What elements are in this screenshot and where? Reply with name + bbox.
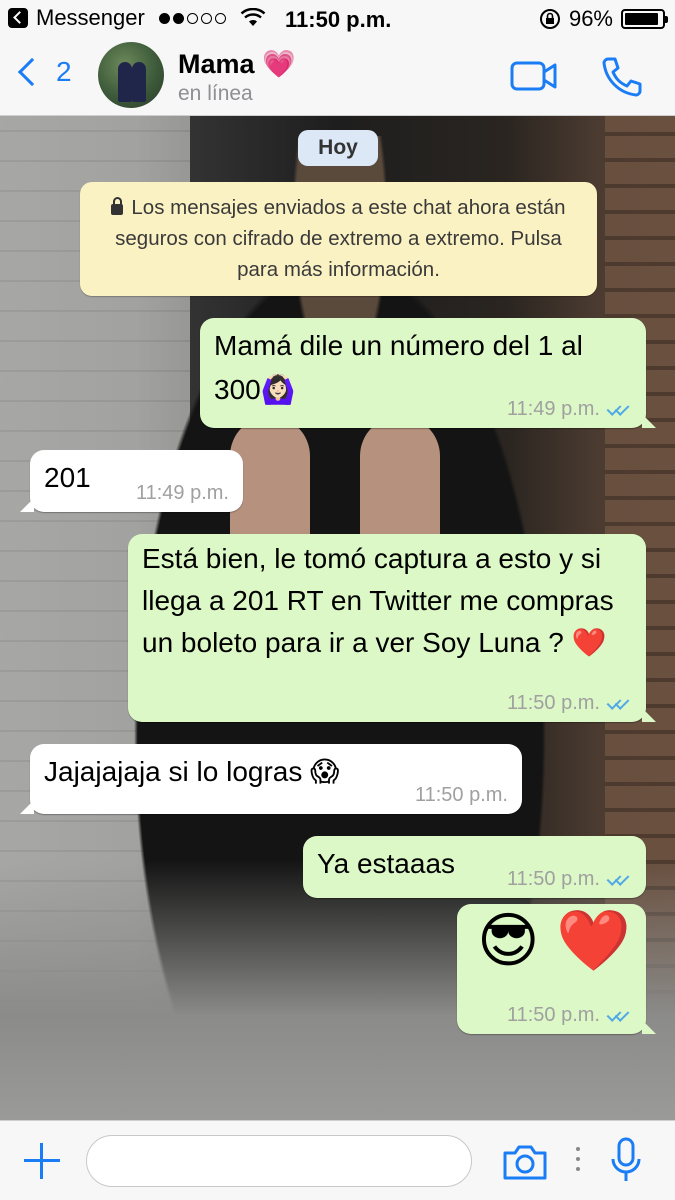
date-chip: Hoy bbox=[298, 130, 378, 166]
read-ticks-icon bbox=[606, 402, 632, 416]
read-ticks-icon bbox=[606, 872, 632, 886]
message-bubble-outgoing[interactable]: Mamá dile un número del 1 al 300🙆🏻‍♀️ 11… bbox=[200, 318, 656, 428]
back-chevron-icon bbox=[17, 57, 47, 87]
chat-header: 2 Mama 💗 en línea bbox=[0, 36, 675, 116]
message-input[interactable] bbox=[86, 1135, 472, 1187]
read-ticks-icon bbox=[606, 696, 632, 710]
message-time: 11:49 p.m. bbox=[135, 482, 229, 504]
message-bubble-incoming[interactable]: Jajajajaja si lo logras 😱 11:50 p.m. bbox=[20, 744, 522, 814]
message-time: 11:50 p.m. bbox=[506, 692, 600, 714]
message-bubble-outgoing[interactable]: 😎 ❤️ 11:50 p.m. bbox=[457, 904, 656, 1034]
back-app-label[interactable]: Messenger bbox=[36, 5, 145, 31]
back-count: 2 bbox=[56, 56, 72, 87]
message-time: 11:50 p.m. bbox=[414, 784, 508, 806]
message-time: 11:50 p.m. bbox=[506, 1004, 600, 1026]
avatar[interactable] bbox=[98, 42, 164, 108]
message-time: 11:49 p.m. bbox=[506, 398, 600, 420]
battery-percent: 96% bbox=[568, 6, 613, 31]
contact-name[interactable]: Mama 💗 bbox=[178, 48, 296, 80]
encryption-notice[interactable]: Los mensajes enviados a este chat ahora … bbox=[80, 182, 597, 296]
plus-icon[interactable] bbox=[24, 1143, 60, 1179]
signal-strength-icon bbox=[158, 12, 226, 24]
message-bubble-outgoing[interactable]: Ya estaaas 11:50 p.m. bbox=[303, 836, 646, 898]
chat-area[interactable]: Hoy Los mensajes enviados a este chat ah… bbox=[0, 116, 675, 1120]
phone-icon[interactable] bbox=[600, 54, 644, 98]
read-ticks-icon bbox=[606, 1008, 632, 1022]
message-bubble-incoming[interactable]: 201 11:49 p.m. bbox=[20, 450, 243, 512]
video-call-icon[interactable] bbox=[510, 60, 558, 92]
battery-icon bbox=[621, 9, 668, 29]
message-text: 😎 ❤️ bbox=[477, 907, 631, 974]
more-icon[interactable] bbox=[574, 1147, 582, 1175]
status-time: 11:50 p.m. bbox=[285, 7, 392, 32]
input-bar bbox=[0, 1120, 675, 1200]
microphone-icon[interactable] bbox=[610, 1137, 642, 1185]
contact-status: en línea bbox=[178, 82, 253, 105]
orientation-lock-icon bbox=[539, 9, 560, 29]
encryption-notice-text: Los mensajes enviados a este chat ahora … bbox=[115, 196, 566, 281]
message-time: 11:50 p.m. bbox=[506, 868, 600, 890]
status-bar: Messenger 11:50 p.m. 96% bbox=[0, 0, 675, 36]
back-button[interactable]: 2 bbox=[14, 56, 72, 88]
camera-icon[interactable] bbox=[502, 1143, 548, 1181]
message-bubble-outgoing[interactable]: Está bien, le tomó captura a esto y si l… bbox=[128, 534, 656, 722]
message-text: Está bien, le tomó captura a esto y si l… bbox=[142, 543, 614, 658]
wifi-icon bbox=[240, 8, 266, 26]
back-app-icon[interactable] bbox=[8, 8, 28, 28]
lock-icon bbox=[111, 197, 124, 215]
